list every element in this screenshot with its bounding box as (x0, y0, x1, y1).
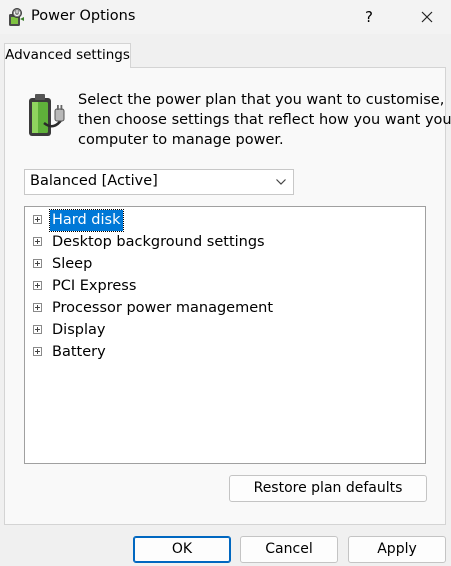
battery-plug-icon (29, 94, 65, 136)
tree-item-label[interactable]: Processor power management (50, 298, 275, 319)
power-options-icon (9, 8, 24, 26)
tree-item-label[interactable]: Desktop background settings (50, 232, 267, 253)
close-button[interactable] (414, 4, 440, 30)
expand-icon[interactable] (33, 259, 42, 268)
expand-icon[interactable] (33, 237, 42, 246)
restore-plan-defaults-button[interactable]: Restore plan defaults (229, 475, 427, 502)
expand-icon[interactable] (33, 281, 42, 290)
close-icon (421, 11, 433, 23)
tree-item-label[interactable]: Battery (50, 342, 108, 363)
tab-advanced-settings[interactable]: Advanced settings (4, 43, 131, 68)
description-line: Select the power plan that you want to c… (78, 92, 445, 108)
tree-item-label[interactable]: Sleep (50, 254, 94, 275)
apply-button[interactable]: Apply (348, 536, 446, 563)
window-title: Power Options (31, 8, 136, 24)
expand-icon[interactable] (33, 303, 42, 312)
description-line: computer to manage power. (78, 132, 284, 148)
expand-icon[interactable] (33, 215, 42, 224)
ok-button[interactable]: OK (133, 536, 231, 563)
power-plan-dropdown[interactable]: Balanced [Active] (24, 169, 294, 195)
tree-item-label[interactable]: PCI Express (50, 276, 138, 297)
expand-icon[interactable] (33, 347, 42, 356)
settings-tree[interactable]: Hard disk Desktop background settings Sl… (24, 206, 426, 464)
chevron-down-icon (276, 179, 286, 185)
help-button[interactable]: ? (358, 4, 380, 30)
title-bar: Power Options ? (0, 0, 451, 34)
tree-item-label[interactable]: Hard disk (49, 209, 124, 232)
tree-item-label[interactable]: Display (50, 320, 107, 341)
description-text: Select the power plan that you want to c… (78, 90, 451, 150)
description-line: then choose settings that reflect how yo… (78, 112, 451, 128)
expand-icon[interactable] (33, 325, 42, 334)
power-plan-value: Balanced [Active] (30, 173, 158, 189)
cancel-button[interactable]: Cancel (240, 536, 338, 563)
